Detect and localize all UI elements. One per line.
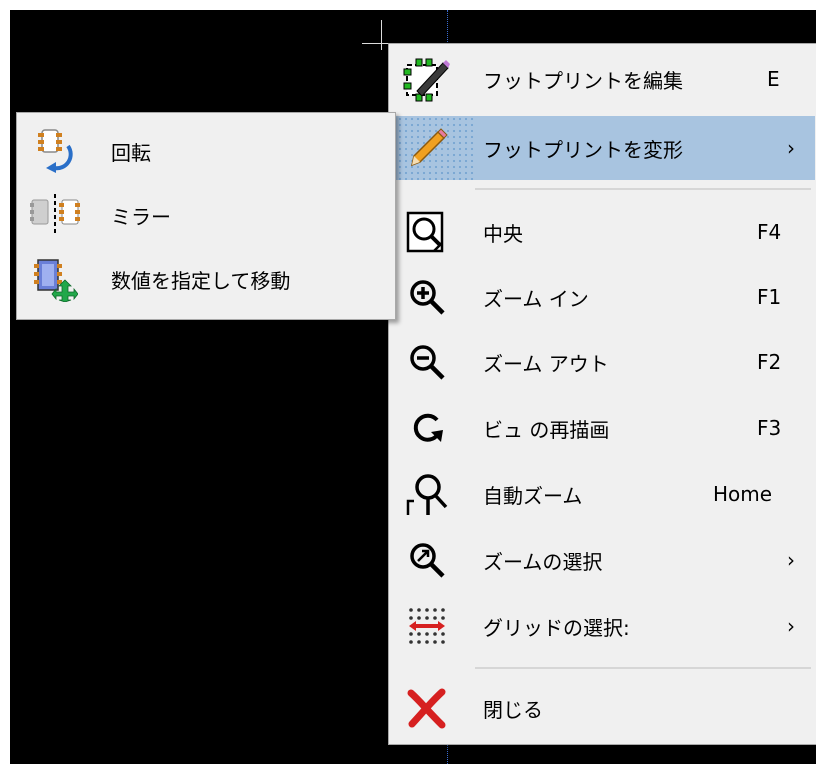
menu-item-label: ズームの選択 xyxy=(483,549,603,574)
pencil-icon xyxy=(401,122,453,174)
submenu-item-label: 回転 xyxy=(111,140,151,165)
menu-item-zoom-in[interactable]: ズーム イン F1 xyxy=(391,265,815,329)
submenu-item-rotate[interactable]: 回転 xyxy=(19,119,393,183)
menu-item-close[interactable]: 閉じる xyxy=(391,676,815,740)
zoom-auto-icon xyxy=(401,468,453,520)
zoom-select-icon xyxy=(401,534,453,586)
submenu-arrow-icon: › xyxy=(787,614,795,638)
menu-item-transform-footprint[interactable]: フットプリントを変形 › xyxy=(391,116,815,180)
menu-item-shortcut: F4 xyxy=(757,220,782,244)
submenu-arrow-icon: › xyxy=(787,136,795,160)
menu-item-label: 自動ズーム xyxy=(483,483,583,508)
close-icon xyxy=(401,682,453,734)
menu-item-edit-footprint[interactable]: フットプリントを編集 E xyxy=(391,47,815,111)
menu-item-zoom-select[interactable]: ズームの選択 › xyxy=(391,528,815,592)
zoom-center-icon xyxy=(401,206,453,258)
rotate-icon xyxy=(29,125,81,177)
submenu-item-label: 数値を指定して移動 xyxy=(111,268,291,293)
cursor-crosshair-horizontal xyxy=(362,43,390,44)
context-menu: フットプリントを編集 E フットプリントを変形 › 中央 F4 ズーム イン F… xyxy=(388,43,816,745)
menu-item-shortcut: F1 xyxy=(757,285,782,309)
menu-item-label: フットプリントを編集 xyxy=(483,68,683,93)
mirror-icon xyxy=(29,189,81,241)
menu-item-shortcut: Home xyxy=(713,482,773,506)
menu-item-label: フットプリントを変形 xyxy=(483,137,683,162)
move-exact-icon xyxy=(29,253,81,305)
submenu-arrow-icon: › xyxy=(787,548,795,572)
window-edge-bottom xyxy=(0,764,816,775)
menu-item-label: ズーム アウト xyxy=(483,351,609,376)
redraw-icon xyxy=(401,402,453,454)
cursor-crosshair-vertical xyxy=(381,20,382,50)
menu-item-label: ズーム イン xyxy=(483,286,589,311)
submenu-item-move-exact[interactable]: 数値を指定して移動 xyxy=(19,247,393,311)
menu-item-center[interactable]: 中央 F4 xyxy=(391,200,815,264)
grid-icon xyxy=(401,600,453,652)
menu-item-shortcut: F2 xyxy=(757,350,782,374)
menu-item-label: グリッドの選択: xyxy=(483,615,630,640)
menu-separator xyxy=(475,188,811,190)
window-edge xyxy=(0,0,10,775)
menu-item-label: 中央 xyxy=(483,221,523,246)
menu-item-shortcut: E xyxy=(767,67,780,91)
menu-item-redraw[interactable]: ビュ の再描画 F3 xyxy=(391,396,815,460)
zoom-out-icon xyxy=(401,336,453,388)
submenu-item-mirror[interactable]: ミラー xyxy=(19,183,393,247)
menu-item-shortcut: F3 xyxy=(757,416,782,440)
footprint-edit-icon xyxy=(401,53,453,105)
zoom-in-icon xyxy=(401,271,453,323)
menu-item-label: 閉じる xyxy=(483,697,543,722)
menu-item-zoom-out[interactable]: ズーム アウト F2 xyxy=(391,330,815,394)
submenu-item-label: ミラー xyxy=(111,204,171,229)
transform-submenu: 回転 ミラー 数値を指定して移動 xyxy=(16,112,396,320)
menu-item-zoom-auto[interactable]: 自動ズーム Home xyxy=(391,462,815,526)
menu-item-label: ビュ の再描画 xyxy=(483,417,610,442)
menu-separator xyxy=(475,667,811,669)
menu-item-grid-select[interactable]: グリッドの選択: › xyxy=(391,594,815,658)
